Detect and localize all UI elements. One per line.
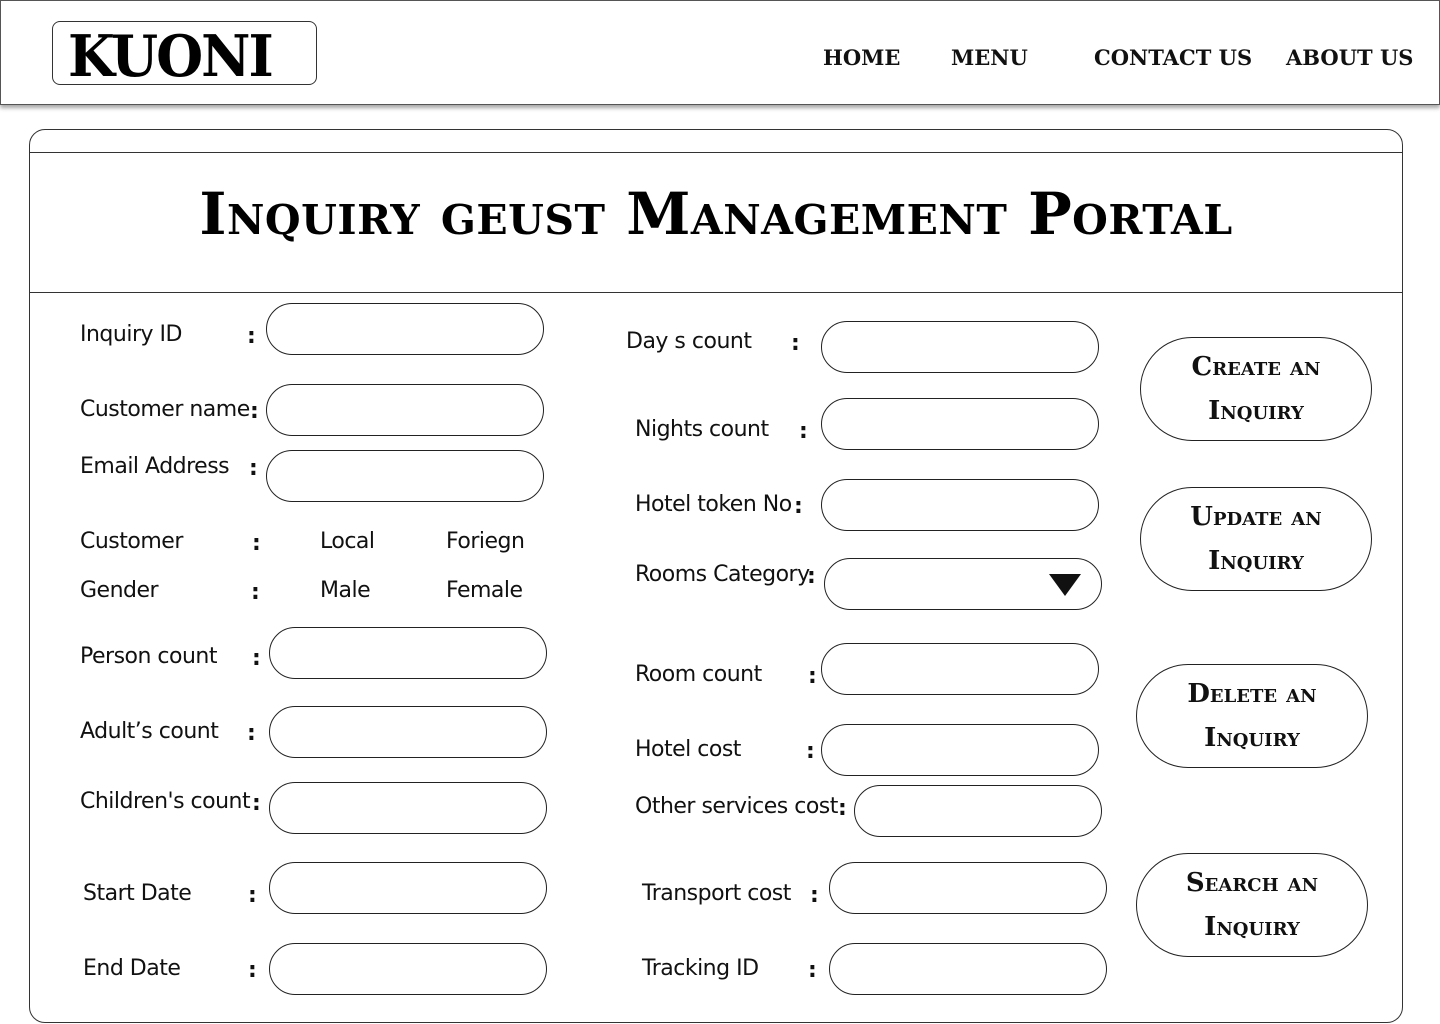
colon: : <box>248 883 257 908</box>
gender-option-female[interactable]: Female <box>446 578 523 603</box>
start-date-input[interactable] <box>270 863 546 913</box>
children-count-input[interactable] <box>270 783 546 833</box>
label-gender: Gender <box>80 578 159 603</box>
logo-text: KUONI <box>68 22 274 90</box>
email-input[interactable] <box>267 451 543 501</box>
hotel-token-input[interactable] <box>822 480 1098 530</box>
children-count-field[interactable] <box>269 782 547 834</box>
colon: : <box>250 399 259 424</box>
label-children-count: Children's count <box>80 789 251 814</box>
transport-cost-input[interactable] <box>830 863 1106 913</box>
page-title: Inquiry geust Management Portal <box>199 180 1233 248</box>
other-services-cost-field[interactable] <box>854 785 1102 837</box>
label-transport-cost: Transport cost <box>642 881 791 906</box>
colon: : <box>810 883 819 908</box>
customer-name-input[interactable] <box>267 385 543 435</box>
colon: : <box>251 580 260 605</box>
colon: : <box>248 958 257 983</box>
label-customer: Customer <box>80 529 183 554</box>
inquiry-id-field[interactable] <box>266 303 544 355</box>
colon: : <box>799 419 808 444</box>
label-rooms-category: Rooms Category <box>635 562 810 587</box>
email-field[interactable] <box>266 450 544 502</box>
logo[interactable]: KUONI <box>52 21 317 90</box>
colon: : <box>252 531 261 556</box>
search-inquiry-button[interactable]: Search an Inquiry <box>1136 853 1368 957</box>
end-date-field[interactable] <box>269 943 547 995</box>
room-count-field[interactable] <box>821 643 1099 695</box>
hotel-token-field[interactable] <box>821 479 1099 531</box>
days-count-field[interactable] <box>821 321 1099 373</box>
colon: : <box>249 456 258 481</box>
label-adults-count: Adult’s count <box>80 719 219 744</box>
colon: : <box>252 646 261 671</box>
label-end-date: End Date <box>83 956 181 981</box>
hotel-cost-field[interactable] <box>821 724 1099 776</box>
title-divider <box>30 292 1402 293</box>
nights-count-input[interactable] <box>822 399 1098 449</box>
label-other-services-cost: Other services cost <box>635 794 838 819</box>
tracking-id-field[interactable] <box>829 943 1107 995</box>
transport-cost-field[interactable] <box>829 862 1107 914</box>
nav-menu[interactable]: MENU <box>951 45 1028 70</box>
label-days-count: Day s count <box>626 329 752 354</box>
colon: : <box>252 791 261 816</box>
label-start-date: Start Date <box>83 881 192 906</box>
update-inquiry-button[interactable]: Update an Inquiry <box>1140 487 1372 591</box>
nights-count-field[interactable] <box>821 398 1099 450</box>
gender-option-male[interactable]: Male <box>320 578 371 603</box>
label-customer-name: Customer name <box>80 397 250 422</box>
dropdown-arrow-icon[interactable] <box>1049 574 1081 596</box>
colon: : <box>838 796 847 821</box>
top-nav-bar: KUONI HOME MENU CONTACT US ABOUT US <box>0 0 1440 105</box>
nav-contact-us[interactable]: CONTACT US <box>1094 45 1252 70</box>
delete-inquiry-button[interactable]: Delete an Inquiry <box>1136 664 1368 768</box>
start-date-field[interactable] <box>269 862 547 914</box>
label-room-count: Room count <box>635 662 762 687</box>
customer-name-field[interactable] <box>266 384 544 436</box>
tracking-id-input[interactable] <box>830 944 1106 994</box>
colon: : <box>808 958 817 983</box>
label-person-count: Person count <box>80 644 218 669</box>
hotel-cost-input[interactable] <box>822 725 1098 775</box>
end-date-input[interactable] <box>270 944 546 994</box>
label-hotel-token: Hotel token No <box>635 492 792 517</box>
nav-home[interactable]: HOME <box>823 45 900 70</box>
colon: : <box>794 494 803 519</box>
room-count-input[interactable] <box>822 644 1098 694</box>
nav-about-us[interactable]: ABOUT US <box>1286 45 1413 70</box>
label-email: Email Address <box>80 454 230 479</box>
customer-option-foreign[interactable]: Foriegn <box>446 529 525 554</box>
label-hotel-cost: Hotel cost <box>635 737 741 762</box>
days-count-input[interactable] <box>822 322 1098 372</box>
rooms-category-dropdown[interactable] <box>824 558 1102 610</box>
card-top-divider <box>30 152 1402 153</box>
adults-count-input[interactable] <box>270 707 546 757</box>
colon: : <box>807 564 816 589</box>
colon: : <box>247 721 256 746</box>
person-count-input[interactable] <box>270 628 546 678</box>
create-inquiry-button[interactable]: Create an Inquiry <box>1140 337 1372 441</box>
other-services-cost-input[interactable] <box>855 786 1101 836</box>
inquiry-id-input[interactable] <box>267 304 543 354</box>
label-tracking-id: Tracking ID <box>642 956 759 981</box>
adults-count-field[interactable] <box>269 706 547 758</box>
label-nights-count: Nights count <box>635 417 769 442</box>
label-inquiry-id: Inquiry ID <box>80 322 182 347</box>
colon: : <box>247 324 256 349</box>
person-count-field[interactable] <box>269 627 547 679</box>
colon: : <box>808 664 817 689</box>
colon: : <box>806 739 815 764</box>
colon: : <box>791 331 800 356</box>
customer-option-local[interactable]: Local <box>320 529 375 554</box>
